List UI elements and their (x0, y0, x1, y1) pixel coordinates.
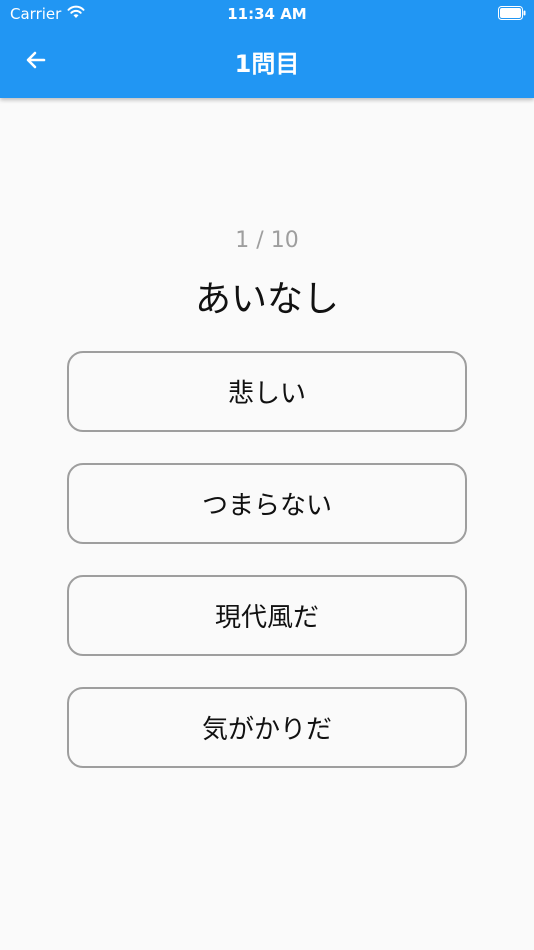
answer-list: 悲しい つまらない 現代風だ 気がかりだ (67, 351, 467, 799)
answer-button-1[interactable]: 悲しい (67, 351, 467, 432)
page-title: 1問目 (234, 50, 300, 78)
status-time: 11:34 AM (227, 5, 307, 23)
answer-label: 現代風だ (214, 603, 319, 633)
answer-label: 気がかりだ (201, 715, 332, 745)
answer-label: 悲しい (227, 379, 306, 409)
answer-button-3[interactable]: 現代風だ (67, 575, 467, 656)
answer-button-2[interactable]: つまらない (67, 463, 467, 544)
status-bar: Carrier 11:34 AM (0, 0, 534, 28)
question-counter: 1 / 10 (235, 228, 299, 253)
battery-icon (498, 6, 526, 20)
answer-button-4[interactable]: 気がかりだ (67, 687, 467, 768)
app-bar: Carrier 11:34 AM 1問目 (0, 0, 534, 98)
question-text: あいなし (194, 279, 339, 320)
answer-label: つまらない (201, 491, 332, 521)
